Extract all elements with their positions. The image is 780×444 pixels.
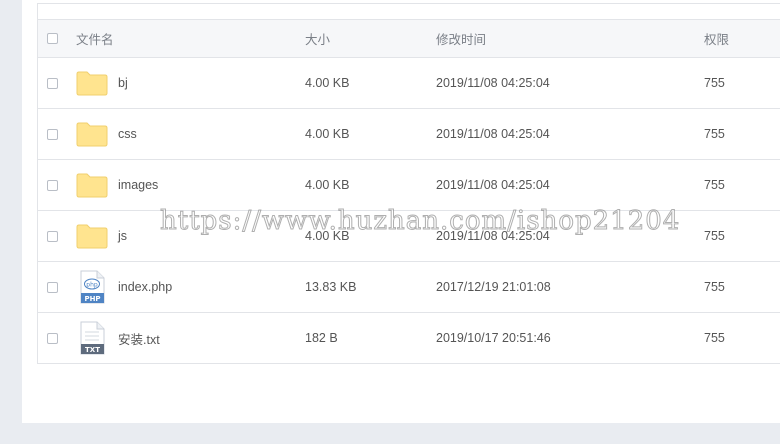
folder-icon xyxy=(76,71,108,96)
table-row[interactable]: images 4.00 KB 2019/11/08 04:25:04 755 xyxy=(38,160,780,211)
row-checkbox[interactable] xyxy=(47,179,58,191)
file-table: 文件名 大小 修改时间 权限 bj 4.00 KB 2019/11/08 04:… xyxy=(37,3,780,364)
php-file-icon-wrap: php PHP xyxy=(76,270,108,304)
row-check-cell xyxy=(47,160,58,210)
header-name[interactable]: 文件名 xyxy=(76,20,114,57)
header-modified[interactable]: 修改时间 xyxy=(436,20,486,57)
file-name[interactable]: css xyxy=(118,127,137,141)
file-name-cell[interactable]: js xyxy=(76,211,127,261)
file-name-cell[interactable]: css xyxy=(76,109,137,159)
file-name[interactable]: 安装.txt xyxy=(118,329,160,348)
table-row[interactable]: css 4.00 KB 2019/11/08 04:25:04 755 xyxy=(38,109,780,160)
file-permissions[interactable]: 755 xyxy=(704,280,725,294)
file-size: 4.00 KB xyxy=(305,229,350,243)
file-name-cell[interactable]: TXT 安装.txt xyxy=(76,313,160,363)
txt-file-icon-wrap: TXT xyxy=(76,321,108,355)
row-checkbox[interactable] xyxy=(47,332,58,344)
file-name-cell[interactable]: images xyxy=(76,160,158,210)
row-checkbox[interactable] xyxy=(47,128,58,140)
table-header-row: 文件名 大小 修改时间 权限 xyxy=(38,19,780,58)
file-modified: 2019/10/17 20:51:46 xyxy=(436,331,551,345)
table-row[interactable]: js 4.00 KB 2019/11/08 04:25:04 755 xyxy=(38,211,780,262)
header-permissions[interactable]: 权限 xyxy=(704,20,729,57)
file-permissions[interactable]: 755 xyxy=(704,76,725,90)
file-size: 182 B xyxy=(305,331,338,345)
txt-icon-badge: TXT xyxy=(85,346,100,354)
file-modified: 2019/11/08 04:25:04 xyxy=(436,127,550,141)
file-size: 4.00 KB xyxy=(305,76,350,90)
file-name[interactable]: images xyxy=(118,178,158,192)
file-size: 4.00 KB xyxy=(305,127,350,141)
table-row[interactable]: TXT 安装.txt 182 B 2019/10/17 20:51:46 755 xyxy=(38,313,780,364)
file-permissions[interactable]: 755 xyxy=(704,127,725,141)
php-icon-badge: PHP xyxy=(84,295,100,303)
folder-icon xyxy=(76,173,108,198)
file-permissions[interactable]: 755 xyxy=(704,229,725,243)
select-all-cell xyxy=(47,20,58,57)
header-name-label: 文件名 xyxy=(76,33,114,47)
header-permissions-label: 权限 xyxy=(704,33,730,47)
file-manager-panel: 文件名 大小 修改时间 权限 bj 4.00 KB 2019/11/08 04:… xyxy=(22,0,780,423)
row-check-cell xyxy=(47,211,58,261)
row-checkbox[interactable] xyxy=(47,281,58,293)
row-check-cell xyxy=(47,262,58,312)
header-size[interactable]: 大小 xyxy=(305,20,330,57)
select-all-checkbox[interactable] xyxy=(47,33,58,44)
php-file-icon: php PHP xyxy=(80,270,105,304)
table-row[interactable]: bj 4.00 KB 2019/11/08 04:25:04 755 xyxy=(38,58,780,109)
row-checkbox[interactable] xyxy=(47,77,58,89)
table-row[interactable]: php PHP index.php 13.83 KB 2017/12/19 21… xyxy=(38,262,780,313)
row-check-cell xyxy=(47,58,58,108)
folder-icon xyxy=(76,224,108,249)
txt-file-icon: TXT xyxy=(80,321,105,355)
row-checkbox[interactable] xyxy=(47,230,58,242)
file-permissions[interactable]: 755 xyxy=(704,178,725,192)
header-modified-label: 修改时间 xyxy=(436,33,487,47)
header-size-label: 大小 xyxy=(305,33,331,47)
php-icon-glyph: php xyxy=(86,282,98,289)
file-name[interactable]: bj xyxy=(118,76,128,90)
folder-icon xyxy=(76,122,108,147)
row-check-cell xyxy=(47,313,58,363)
file-size: 13.83 KB xyxy=(305,280,357,294)
file-name-cell[interactable]: php PHP index.php xyxy=(76,262,172,312)
file-name-cell[interactable]: bj xyxy=(76,58,128,108)
row-check-cell xyxy=(47,109,58,159)
file-modified: 2019/11/08 04:25:04 xyxy=(436,229,550,243)
file-modified: 2017/12/19 21:01:08 xyxy=(436,280,551,294)
file-modified: 2019/11/08 04:25:04 xyxy=(436,76,550,90)
file-permissions[interactable]: 755 xyxy=(704,331,725,345)
file-size: 4.00 KB xyxy=(305,178,350,192)
table-top-spacer xyxy=(38,4,780,19)
file-modified: 2019/11/08 04:25:04 xyxy=(436,178,550,192)
file-name[interactable]: index.php xyxy=(118,280,172,294)
file-name[interactable]: js xyxy=(118,229,127,243)
